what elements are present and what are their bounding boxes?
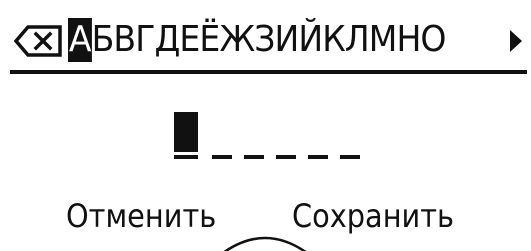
header-divider — [10, 70, 527, 74]
empty-slot — [340, 155, 360, 159]
alphabet-letters[interactable]: БВГДЕЁЖЗИЙКЛМНО — [92, 18, 447, 62]
empty-slot — [212, 155, 232, 159]
empty-slot — [244, 155, 264, 159]
empty-slot — [276, 155, 296, 159]
selected-letter[interactable]: А — [68, 18, 92, 62]
cancel-button[interactable]: Отменить — [66, 196, 216, 236]
backspace-icon[interactable] — [14, 24, 64, 58]
cursor-underline — [174, 155, 198, 159]
block-cursor — [174, 112, 198, 152]
text-entry-field[interactable] — [172, 112, 372, 160]
dial-arc — [210, 222, 320, 251]
triangle-right-icon[interactable] — [508, 28, 524, 54]
empty-slot — [308, 155, 328, 159]
device-screen: А БВГДЕЁЖЗИЙКЛМНО Отменить Сохранить — [0, 0, 531, 251]
letter-selector[interactable]: А БВГДЕЁЖЗИЙКЛМНО — [14, 18, 524, 62]
alphabet-strip: А БВГДЕЁЖЗИЙКЛМНО — [68, 18, 447, 62]
